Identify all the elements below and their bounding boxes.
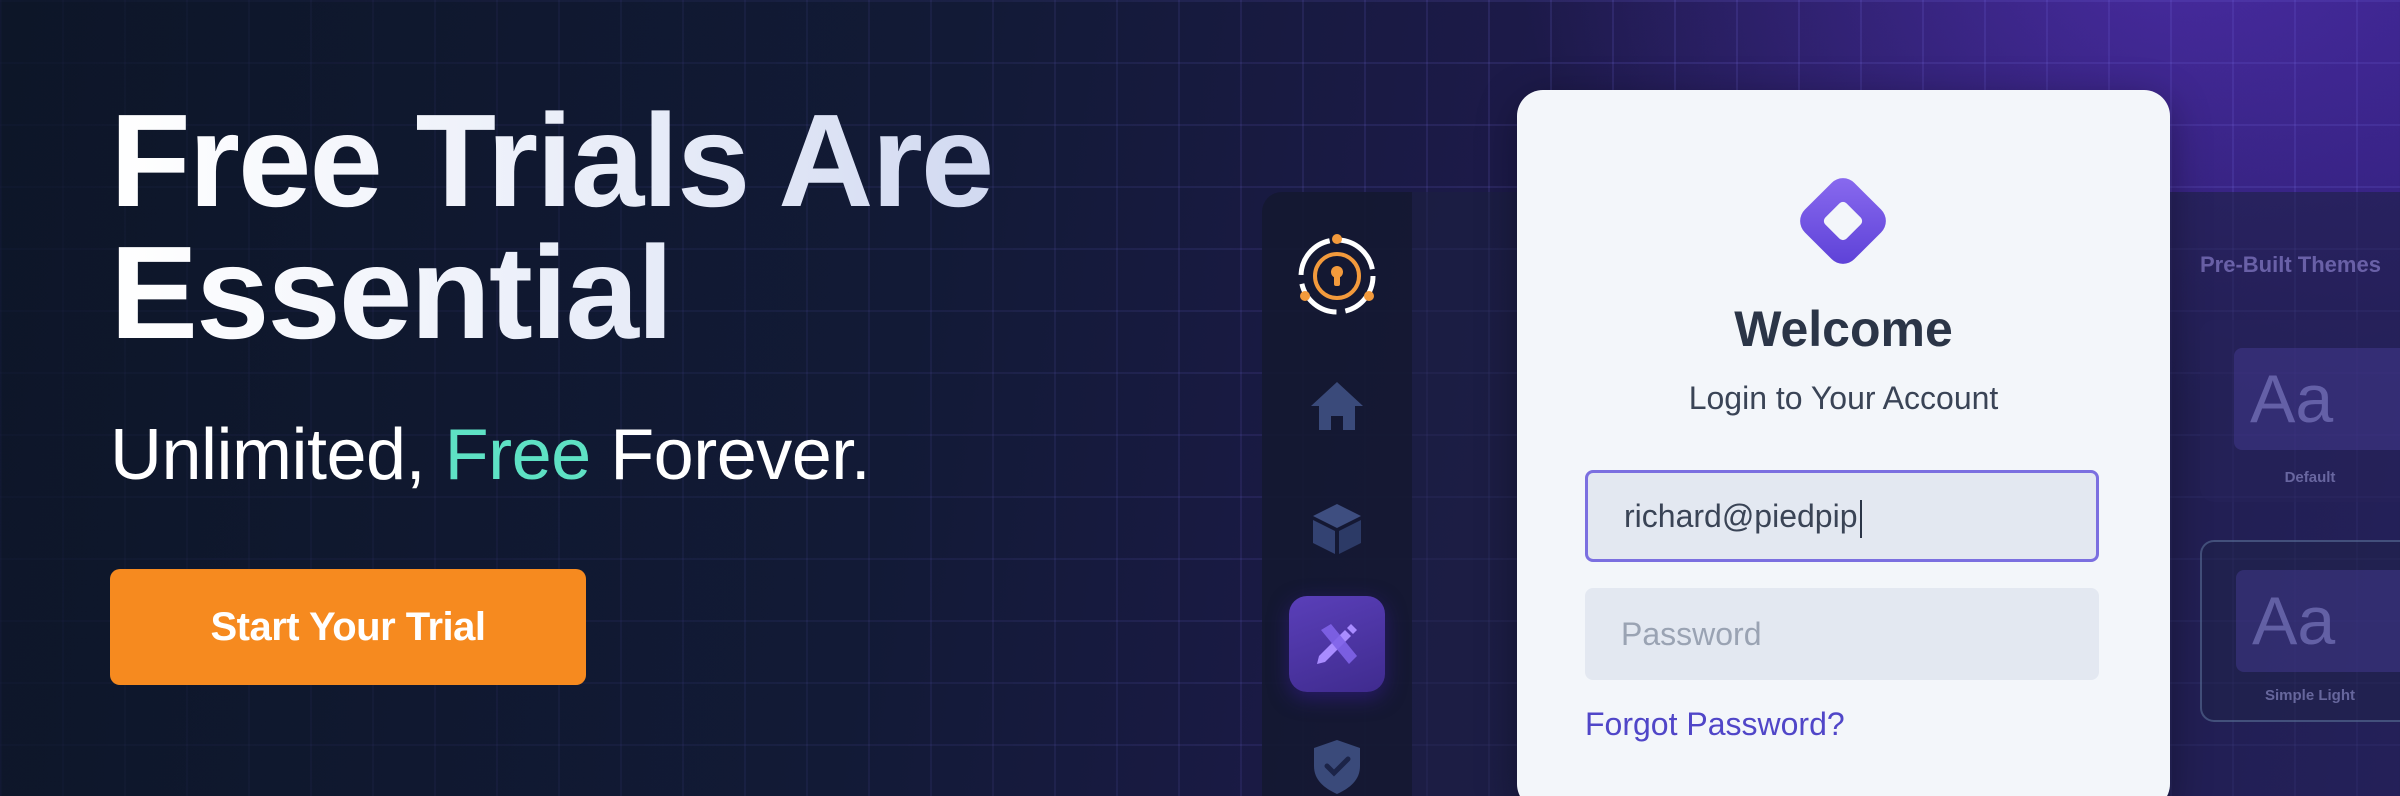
themes-panel-title: Pre-Built Themes (2200, 252, 2381, 277)
brand-logo-icon (1790, 168, 1896, 274)
box-icon[interactable] (1289, 480, 1385, 576)
hero-subtitle-start: Unlimited, (110, 415, 426, 495)
theme-preview: Aa (2234, 348, 2400, 450)
theme-card-simple-light[interactable]: Aa Simple Light (2200, 540, 2400, 722)
theme-card-default[interactable]: Aa Default (2200, 320, 2400, 502)
text-caret (1859, 499, 1862, 538)
hero-subtitle-end: Forever. (610, 415, 871, 495)
hero-subtitle: Unlimited, Free Forever. (110, 410, 871, 500)
hero-title-line-2: Essential (110, 219, 672, 366)
theme-label: Default (2284, 469, 2336, 486)
start-trial-button[interactable]: Start Your Trial (110, 569, 586, 685)
home-icon[interactable] (1289, 358, 1385, 454)
login-title: Welcome (1734, 301, 1953, 357)
hero-title-line-1: Free Trials Are (110, 87, 993, 234)
password-field[interactable]: Password (1585, 588, 2099, 680)
email-value: richard@piedpip (1624, 498, 1858, 534)
login-subtitle: Login to Your Account (1688, 380, 1999, 416)
pencil-ruler-icon[interactable] (1289, 596, 1385, 692)
hero-subtitle-accent: Free (444, 415, 592, 495)
keyhole-logo-icon[interactable] (1289, 228, 1385, 324)
hero-title: Free Trials Are Essential (110, 95, 1110, 359)
forgot-password-link[interactable]: Forgot Password? (1585, 706, 1845, 743)
shield-check-icon[interactable] (1289, 718, 1385, 796)
theme-preview: Aa (2236, 570, 2400, 672)
email-field[interactable]: richard@piedpip (1585, 470, 2099, 562)
theme-label: Simple Light (2265, 687, 2355, 704)
